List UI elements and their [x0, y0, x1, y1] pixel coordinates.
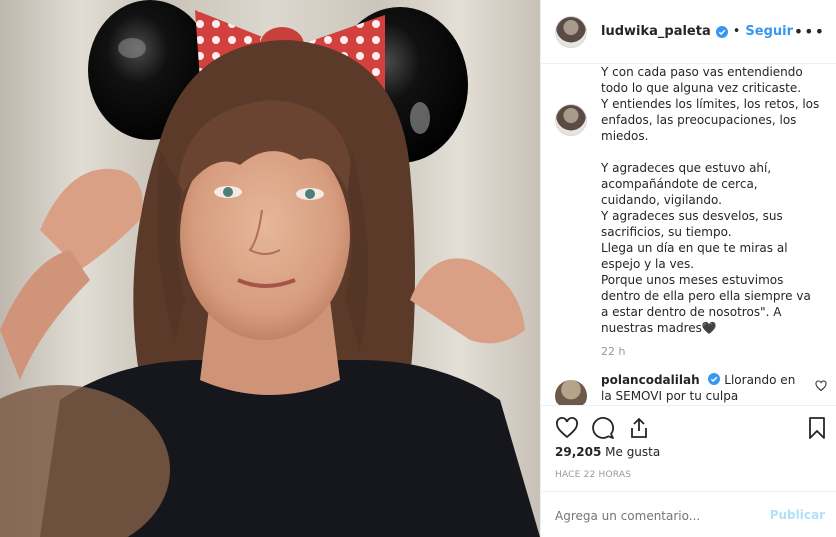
caption-line: sacrificios, su tiempo.	[601, 225, 732, 239]
caption-time[interactable]: 22 h	[601, 345, 625, 358]
likes-label: Me gusta	[605, 445, 661, 459]
comment-icon[interactable]	[591, 416, 615, 440]
author-avatar[interactable]	[555, 15, 587, 48]
caption-line: Y agradeces que estuvo ahí,	[601, 161, 772, 175]
likes-count[interactable]: 29,205 Me gusta	[555, 445, 660, 459]
caption-line: Y agradeces sus desvelos, sus	[601, 209, 783, 223]
verified-badge-icon	[708, 373, 721, 385]
separator-dot: •	[732, 24, 741, 39]
post-photo[interactable]	[0, 0, 540, 537]
add-comment-bar: Publicar	[541, 491, 836, 537]
likes-number: 29,205	[555, 445, 602, 459]
share-icon[interactable]	[627, 416, 651, 440]
post-caption: Y con cada paso vas entendiendo todo lo …	[601, 64, 821, 336]
verified-badge-icon	[715, 25, 728, 38]
follow-button[interactable]: Seguir	[745, 24, 793, 39]
publish-button[interactable]: Publicar	[770, 508, 825, 522]
caption-line: acompañándote de cerca,	[601, 177, 758, 191]
caption-line: enfados, las preocupaciones, los	[601, 113, 797, 127]
more-options-icon[interactable]: •••	[794, 22, 825, 41]
caption-line: miedos.	[601, 129, 649, 143]
commenter-username[interactable]: polancodalilah	[601, 373, 700, 387]
commenter-avatar[interactable]	[555, 380, 587, 405]
author-username[interactable]: ludwika_paleta	[601, 24, 711, 39]
caption-line: cuidando, vigilando.	[601, 193, 722, 207]
post-timestamp[interactable]: HACE 22 HORAS	[555, 470, 631, 480]
post-image	[0, 0, 540, 537]
instagram-post: ludwika_paleta • Seguir ••• Y con cada p…	[0, 0, 836, 537]
action-bar	[541, 405, 836, 449]
post-header: ludwika_paleta • Seguir •••	[541, 0, 836, 64]
bookmark-icon[interactable]	[805, 416, 829, 440]
caption-line: a estar dentro de nosotros". A	[601, 305, 782, 319]
caption-author-avatar[interactable]	[555, 104, 587, 136]
caption-line: nuestras madres🖤	[601, 321, 717, 335]
caption-line: Y con cada paso vas entendiendo	[601, 65, 803, 79]
caption-line: espejo y la ves.	[601, 257, 695, 271]
caption-line: Porque unos meses estuvimos	[601, 273, 784, 287]
comment-item: polancodalilah Llorando en la SEMOVI por…	[555, 372, 827, 405]
caption-line: Y entiendes los límites, los retos, los	[601, 97, 820, 111]
caption-line: todo lo que alguna vez criticaste.	[601, 81, 802, 95]
comment-like-icon[interactable]	[815, 380, 827, 392]
comments-section[interactable]: Y con cada paso vas entendiendo todo lo …	[541, 64, 836, 405]
post-sidebar: ludwika_paleta • Seguir ••• Y con cada p…	[540, 0, 836, 537]
caption-line: dentro de ella pero ella siempre va	[601, 289, 811, 303]
comment-input[interactable]	[555, 509, 755, 523]
heart-icon[interactable]	[555, 416, 579, 440]
caption-line: Llega un día en que te miras al	[601, 241, 788, 255]
